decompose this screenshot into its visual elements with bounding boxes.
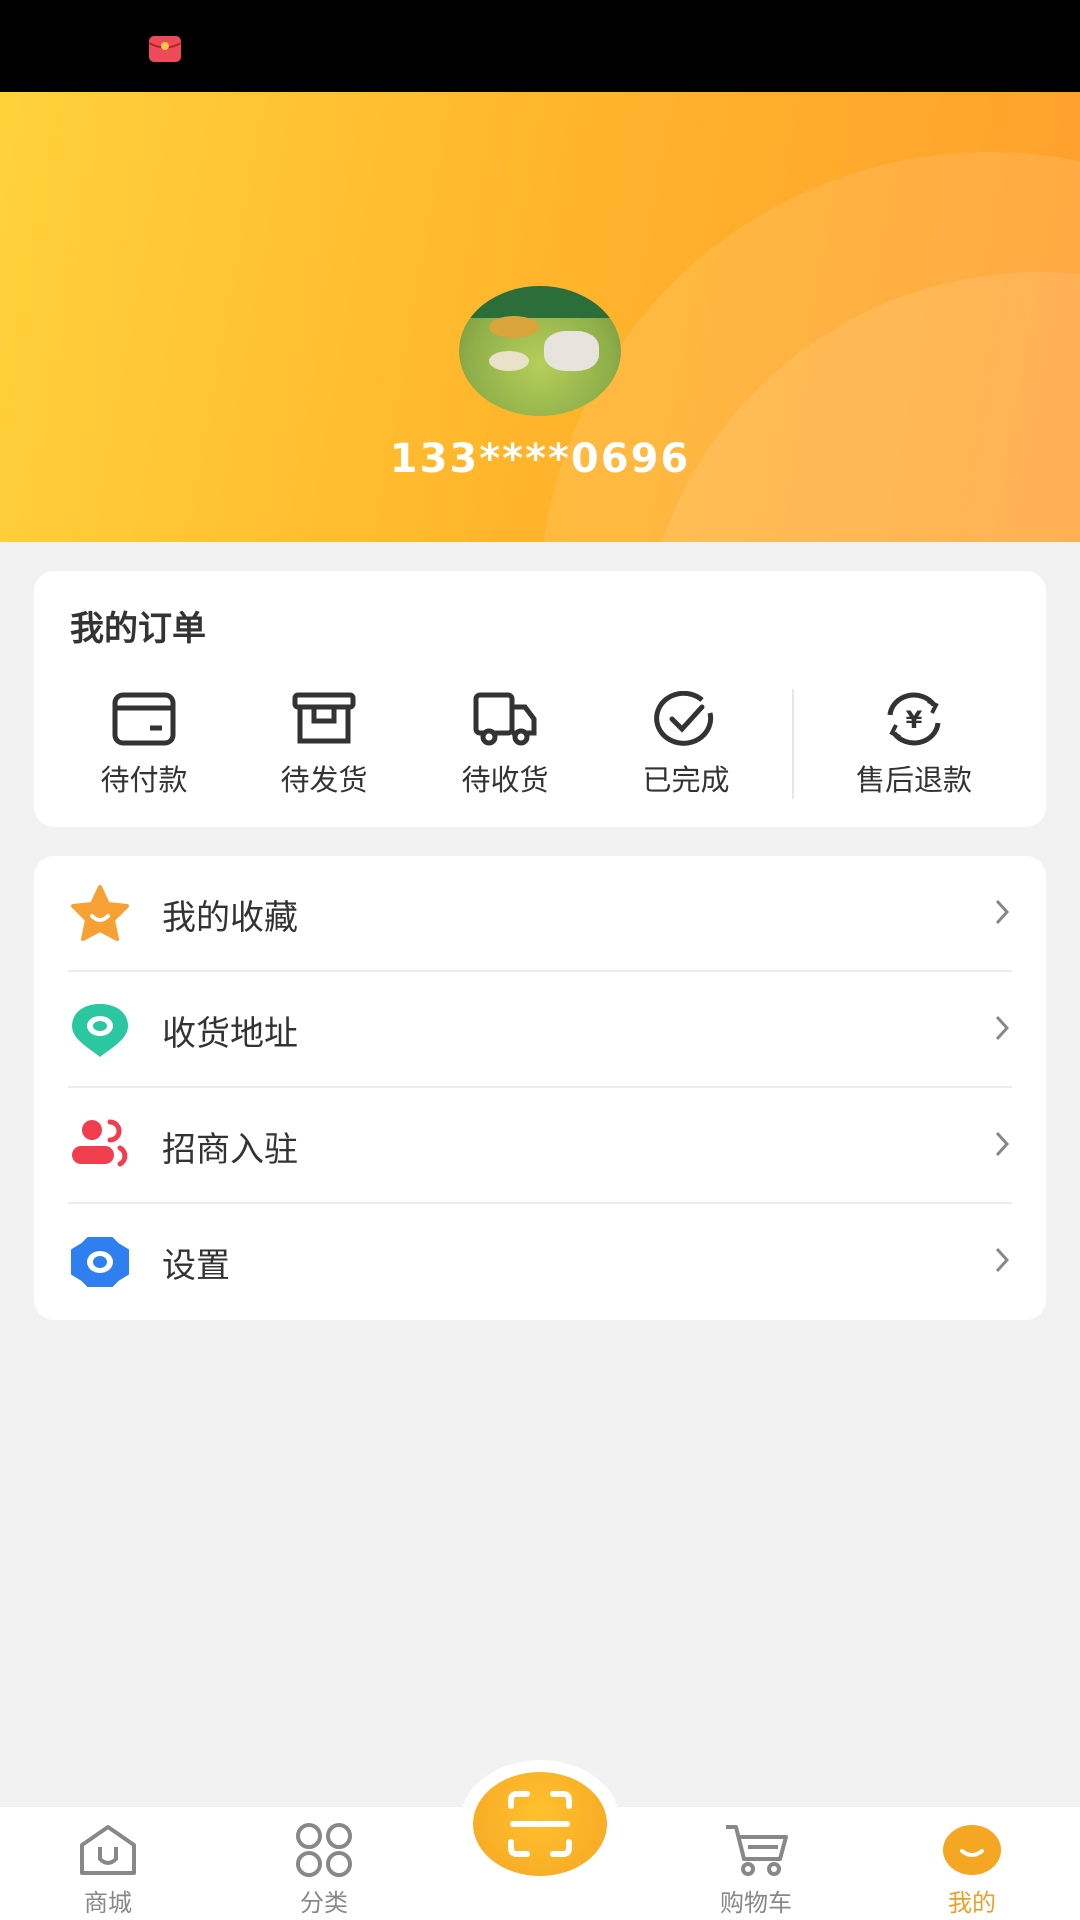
category-icon: [296, 1823, 352, 1877]
order-pending-receipt[interactable]: 待收货: [415, 691, 595, 801]
box-icon: [292, 692, 356, 744]
tab-label: 购物车: [720, 1889, 792, 1917]
order-label: 已完成: [642, 763, 730, 797]
order-label: 待发货: [280, 763, 368, 797]
tab-label: 我的: [948, 1889, 996, 1917]
order-label: 待收货: [461, 763, 549, 797]
tab-label: 商城: [84, 1889, 132, 1917]
order-completed[interactable]: 已完成: [596, 691, 776, 801]
order-pending-payment[interactable]: 待付款: [54, 691, 234, 801]
tab-me[interactable]: 我的: [892, 1807, 1052, 1920]
menu-item-address[interactable]: 收货地址: [68, 972, 1012, 1088]
order-refund[interactable]: ¥ 售后退款: [824, 691, 1004, 801]
users-icon: [72, 1119, 128, 1167]
orders-card: 我的订单 待付款 待发货 待收货 已完成 ¥ 售后退款: [34, 571, 1046, 827]
chevron-right-icon: [995, 1015, 1010, 1041]
scan-icon: [508, 1791, 572, 1857]
menu-item-settings[interactable]: 设置: [68, 1204, 1012, 1320]
truck-icon: [473, 692, 537, 746]
order-pending-shipment[interactable]: 待发货: [234, 691, 414, 801]
me-icon: [943, 1825, 1001, 1875]
location-icon: [72, 1004, 128, 1057]
chevron-right-icon: [995, 899, 1010, 925]
user-phone: 133****0696: [389, 436, 691, 482]
wallet-icon: [112, 692, 176, 746]
status-bar: [0, 0, 1080, 92]
tab-label: 分类: [300, 1889, 348, 1917]
order-label: 待付款: [100, 763, 188, 797]
menu-label: 我的收藏: [162, 898, 298, 938]
check-circle-icon: [654, 691, 714, 746]
star-icon: [71, 885, 129, 941]
orders-divider: [792, 689, 794, 799]
order-label: 售后退款: [855, 763, 972, 797]
profile-header: 133****0696: [0, 92, 1080, 542]
menu-label: 收货地址: [162, 1014, 298, 1054]
menu-label: 招商入驻: [162, 1130, 298, 1170]
refund-icon: ¥: [887, 692, 941, 746]
menu-label: 设置: [162, 1246, 230, 1286]
red-envelope-icon: [148, 36, 182, 62]
cart-icon: [726, 1825, 788, 1876]
chevron-right-icon: [995, 1247, 1010, 1273]
tab-mall[interactable]: 商城: [28, 1807, 188, 1920]
gear-icon: [71, 1237, 129, 1287]
menu-item-merchant-join[interactable]: 招商入驻: [68, 1088, 1012, 1204]
orders-title: 我的订单: [70, 609, 206, 649]
svg-text:¥: ¥: [906, 706, 923, 734]
menu-card: 我的收藏 收货地址 招商入驻 设置: [34, 856, 1046, 1320]
tab-cart[interactable]: 购物车: [676, 1807, 836, 1920]
scan-button[interactable]: [460, 1760, 620, 1884]
menu-item-favorites[interactable]: 我的收藏: [68, 856, 1012, 972]
home-icon: [80, 1825, 136, 1875]
tab-category[interactable]: 分类: [244, 1807, 404, 1920]
avatar[interactable]: [459, 286, 621, 416]
chevron-right-icon: [995, 1131, 1010, 1157]
